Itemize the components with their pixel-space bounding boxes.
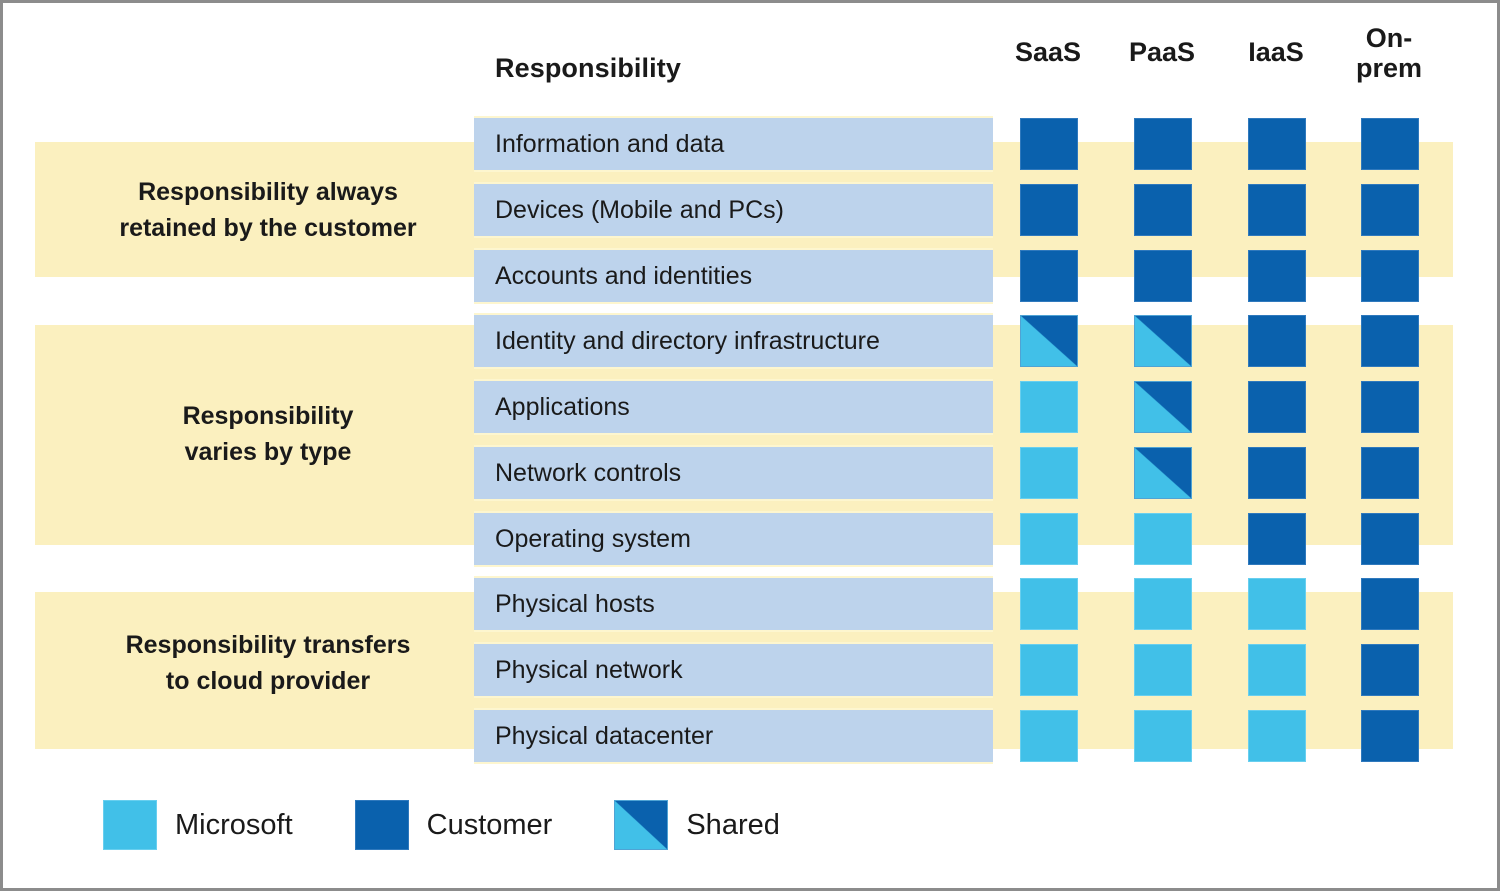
cell-paas-microsoft [1134, 644, 1192, 696]
cell-iaas-customer [1248, 447, 1306, 499]
row-label: Physical network [495, 655, 683, 684]
cell-onprem-customer [1361, 315, 1419, 367]
cell-saas-customer [1020, 118, 1078, 170]
row-bar: Physical datacenter [474, 708, 993, 764]
responsibility-column-header: Responsibility [495, 53, 681, 83]
cell-saas-microsoft [1020, 710, 1078, 762]
column-header-onprem: On- prem [1355, 23, 1423, 84]
cell-saas-customer [1020, 250, 1078, 302]
row-label: Accounts and identities [495, 261, 753, 290]
legend-item-customer: Customer [354, 800, 553, 850]
cell-saas-customer [1020, 184, 1078, 236]
column-header-iaas: IaaS [1248, 37, 1304, 67]
cell-onprem-customer [1361, 118, 1419, 170]
row-bar: Applications [474, 379, 993, 435]
row-label: Devices (Mobile and PCs) [495, 195, 784, 224]
column-header-saas: SaaS [1014, 37, 1082, 67]
cell-paas-shared [1134, 447, 1192, 499]
legend-label: Shared [686, 808, 780, 841]
row-label: Applications [495, 392, 630, 421]
cell-saas-microsoft [1020, 513, 1078, 565]
cell-onprem-customer [1361, 184, 1419, 236]
cell-iaas-customer [1248, 513, 1306, 565]
row-label: Information and data [495, 129, 725, 158]
cell-iaas-customer [1248, 381, 1306, 433]
cell-onprem-customer [1361, 513, 1419, 565]
row-bar: Operating system [474, 511, 993, 567]
cell-saas-microsoft [1020, 381, 1078, 433]
legend-swatch-shared [614, 800, 669, 850]
cell-iaas-customer [1248, 315, 1306, 367]
row-bar: Network controls [474, 445, 993, 501]
legend-label: Customer [426, 808, 553, 841]
cell-paas-microsoft [1134, 710, 1192, 762]
cell-iaas-microsoft [1248, 578, 1306, 630]
cell-onprem-customer [1361, 578, 1419, 630]
legend-swatch-customer [354, 800, 409, 850]
legend-label: Microsoft [175, 808, 293, 841]
cell-saas-microsoft [1020, 447, 1078, 499]
cell-onprem-customer [1361, 644, 1419, 696]
cell-iaas-microsoft [1248, 710, 1306, 762]
row-bar: Devices (Mobile and PCs) [474, 182, 993, 238]
cell-saas-shared [1020, 315, 1078, 367]
row-bar: Accounts and identities [474, 248, 993, 304]
row-label: Physical hosts [495, 589, 655, 618]
row-bar: Physical hosts [474, 576, 993, 632]
row-bar: Physical network [474, 642, 993, 698]
legend-item-microsoft: Microsoft [103, 800, 293, 850]
cell-paas-shared [1134, 315, 1192, 367]
cell-iaas-microsoft [1248, 644, 1306, 696]
cell-onprem-customer [1361, 381, 1419, 433]
row-bar: Information and data [474, 116, 993, 172]
cell-paas-customer [1134, 250, 1192, 302]
cell-paas-customer [1134, 184, 1192, 236]
cell-onprem-customer [1361, 710, 1419, 762]
cell-saas-microsoft [1020, 578, 1078, 630]
cell-onprem-customer [1361, 447, 1419, 499]
row-label: Network controls [495, 458, 682, 487]
row-label: Physical datacenter [495, 721, 714, 750]
band-label-2: Responsibility transfers to cloud provid… [125, 631, 411, 695]
row-bar: Identity and directory infrastructure [474, 313, 993, 369]
cell-paas-microsoft [1134, 578, 1192, 630]
cell-paas-customer [1134, 118, 1192, 170]
row-label: Identity and directory infrastructure [495, 326, 880, 355]
legend-swatch-microsoft [103, 800, 157, 850]
column-header-paas: PaaS [1128, 37, 1196, 67]
cell-onprem-customer [1361, 250, 1419, 302]
cell-iaas-customer [1248, 118, 1306, 170]
cell-saas-microsoft [1020, 644, 1078, 696]
cell-iaas-customer [1248, 184, 1306, 236]
legend-item-shared: Shared [614, 800, 780, 850]
shared-responsibility-diagram: Responsibility always retained by the cu… [0, 0, 1500, 891]
band-label-1: Responsibility varies by type [182, 402, 354, 466]
cell-paas-shared [1134, 381, 1192, 433]
cell-iaas-customer [1248, 250, 1306, 302]
band-label-0: Responsibility always retained by the cu… [119, 178, 417, 242]
cell-paas-microsoft [1134, 513, 1192, 565]
row-label: Operating system [495, 524, 691, 553]
legend: Microsoft Customer Shared [103, 800, 842, 850]
